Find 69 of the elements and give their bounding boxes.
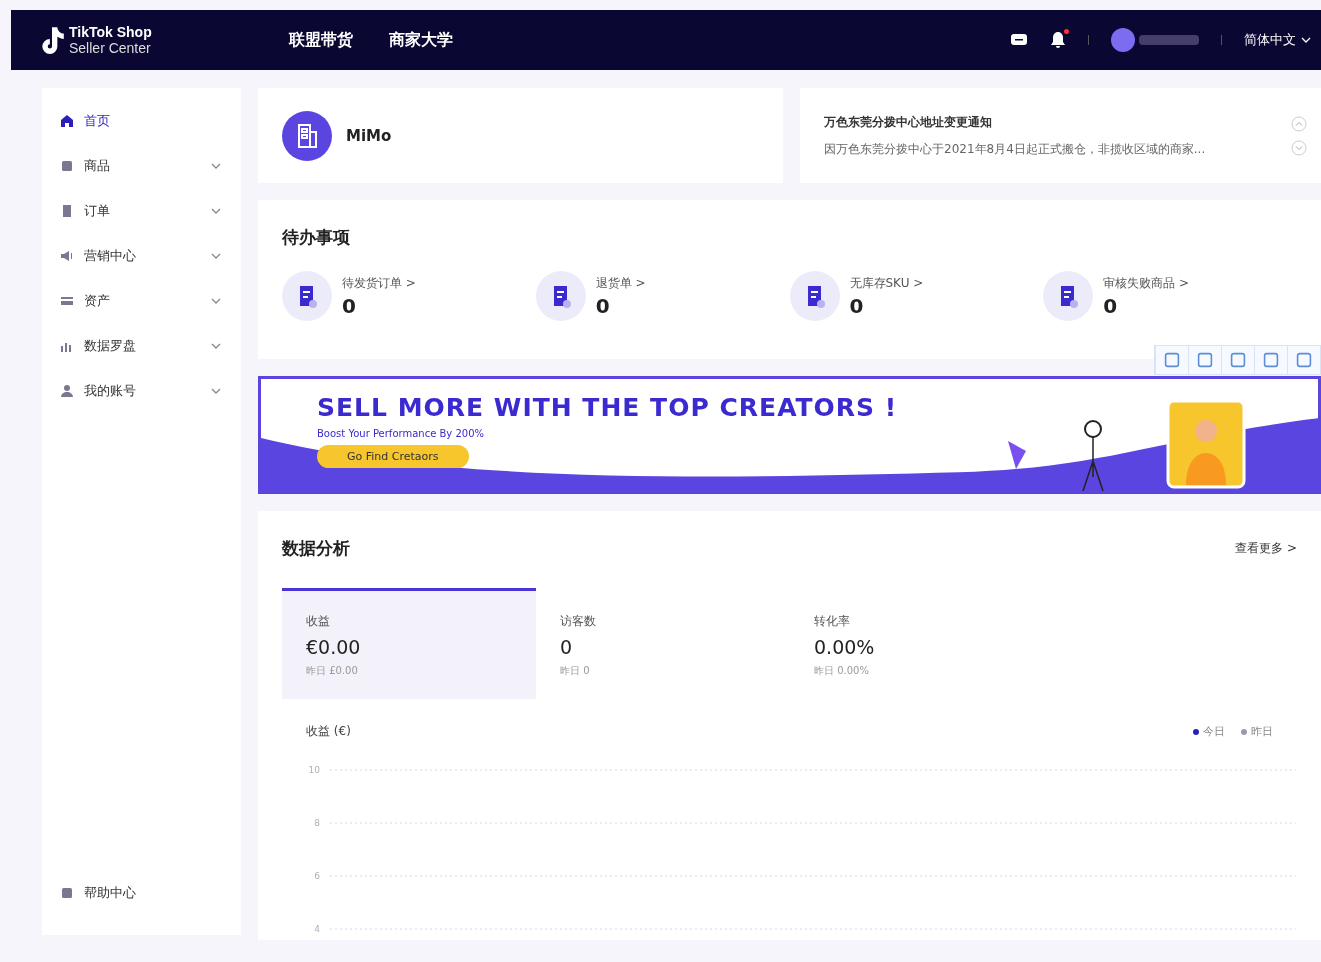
chevron-down-icon <box>211 297 221 304</box>
document-icon <box>789 271 840 321</box>
section-title: 数据分析 <box>282 537 350 560</box>
logo-title: TikTok Shop <box>69 24 152 40</box>
home-icon <box>60 113 74 128</box>
metric-tab[interactable]: 收益 €0.00 昨日 £0.00 <box>282 588 536 699</box>
blurred-username <box>1139 35 1199 45</box>
toolbar-icon[interactable] <box>1155 346 1188 374</box>
sidebar-item[interactable]: 我的账号 <box>42 378 241 403</box>
sidebar-item[interactable]: 资产 <box>42 288 241 313</box>
bell-icon[interactable] <box>1050 31 1066 49</box>
y-tick-label: 8 <box>314 818 320 828</box>
legend-label: 今日 <box>1203 724 1225 739</box>
toolbar-icon[interactable] <box>1188 346 1221 374</box>
nav-link[interactable]: 联盟带货 <box>289 29 353 51</box>
toolbar-icon[interactable] <box>1287 346 1320 374</box>
person-icon <box>60 383 74 398</box>
chat-icon[interactable] <box>1010 33 1028 47</box>
help-center-link[interactable]: 帮助中心 <box>42 880 241 905</box>
document-icon <box>282 271 332 321</box>
sidebar-item[interactable]: 营销中心 <box>42 243 241 268</box>
section-title: 待办事项 <box>282 226 351 249</box>
chevron-down-icon <box>211 252 221 259</box>
sidebar-item[interactable]: 首页 <box>42 108 241 133</box>
todo-link[interactable]: 无库存SKU > <box>849 274 924 292</box>
y-tick-label: 4 <box>314 924 320 934</box>
box-icon <box>60 158 74 173</box>
document-icon <box>535 271 586 321</box>
sidebar-item[interactable]: 商品 <box>42 153 241 178</box>
notice-title[interactable]: 万色东莞分拨中心地址变更通知 <box>824 113 1281 131</box>
notice-text: 因万色东莞分拨中心于2021年8月4日起正式搬仓，非揽收区域的商家... <box>824 140 1207 158</box>
view-more-link[interactable]: 查看更多 > <box>1235 540 1297 557</box>
doc-icon <box>60 203 74 218</box>
todo-count: 0 <box>342 293 357 318</box>
toolbar-icon[interactable] <box>1254 346 1287 374</box>
chevron-down-icon <box>211 207 221 214</box>
music-note-logo-icon <box>39 25 65 55</box>
promo-banner[interactable]: SELL MORE WITH THE TOP CREATORS ! Boost Your Performance By 200% Go Find Cretaors <box>258 376 1321 494</box>
sidebar-item[interactable]: 订单 <box>42 198 241 223</box>
toolbar-icon[interactable] <box>1221 346 1254 374</box>
document-icon <box>1043 271 1094 321</box>
y-tick-label: 10 <box>308 765 320 775</box>
todo-link[interactable]: 审核失败商品 > <box>1103 274 1190 292</box>
banner-subtitle: Boost Your Performance By 200% <box>317 428 485 439</box>
todo-count: 0 <box>595 293 611 318</box>
chevron-down-icon <box>211 162 221 169</box>
find-creators-button[interactable]: Go Find Cretaors <box>317 445 469 468</box>
todo-link[interactable]: 待发货订单 > <box>342 274 416 292</box>
sidebar-item[interactable]: 数据罗盘 <box>42 333 241 358</box>
banner-headline: SELL MORE WITH THE TOP CREATORS ! <box>317 393 898 422</box>
avatar[interactable] <box>1111 28 1135 52</box>
store-avatar-icon <box>282 110 332 161</box>
chevron-down-icon <box>211 342 221 349</box>
legend-label: 昨日 <box>1251 724 1273 739</box>
megaphone-icon <box>60 248 74 263</box>
y-tick-label: 6 <box>314 871 320 881</box>
todo-count: 0 <box>849 293 865 318</box>
metric-tab[interactable]: 访客数 0 昨日 0 <box>536 588 790 699</box>
metric-tab[interactable]: 转化率 0.00% 昨日 0.00% <box>790 588 1044 699</box>
logo-subtitle: Seller Center <box>69 40 152 56</box>
nav-link[interactable]: 商家大学 <box>389 29 453 51</box>
chevron-down-icon <box>211 387 221 394</box>
todo-count: 0 <box>1103 293 1119 318</box>
caret-icon <box>1301 37 1311 43</box>
shop-name: MiMo <box>346 126 392 145</box>
help-icon <box>60 885 74 900</box>
todo-link[interactable]: 退货单 > <box>595 274 646 292</box>
language-selector[interactable]: 简体中文 <box>1244 31 1311 49</box>
chart-title: 收益 (€) <box>306 723 351 740</box>
